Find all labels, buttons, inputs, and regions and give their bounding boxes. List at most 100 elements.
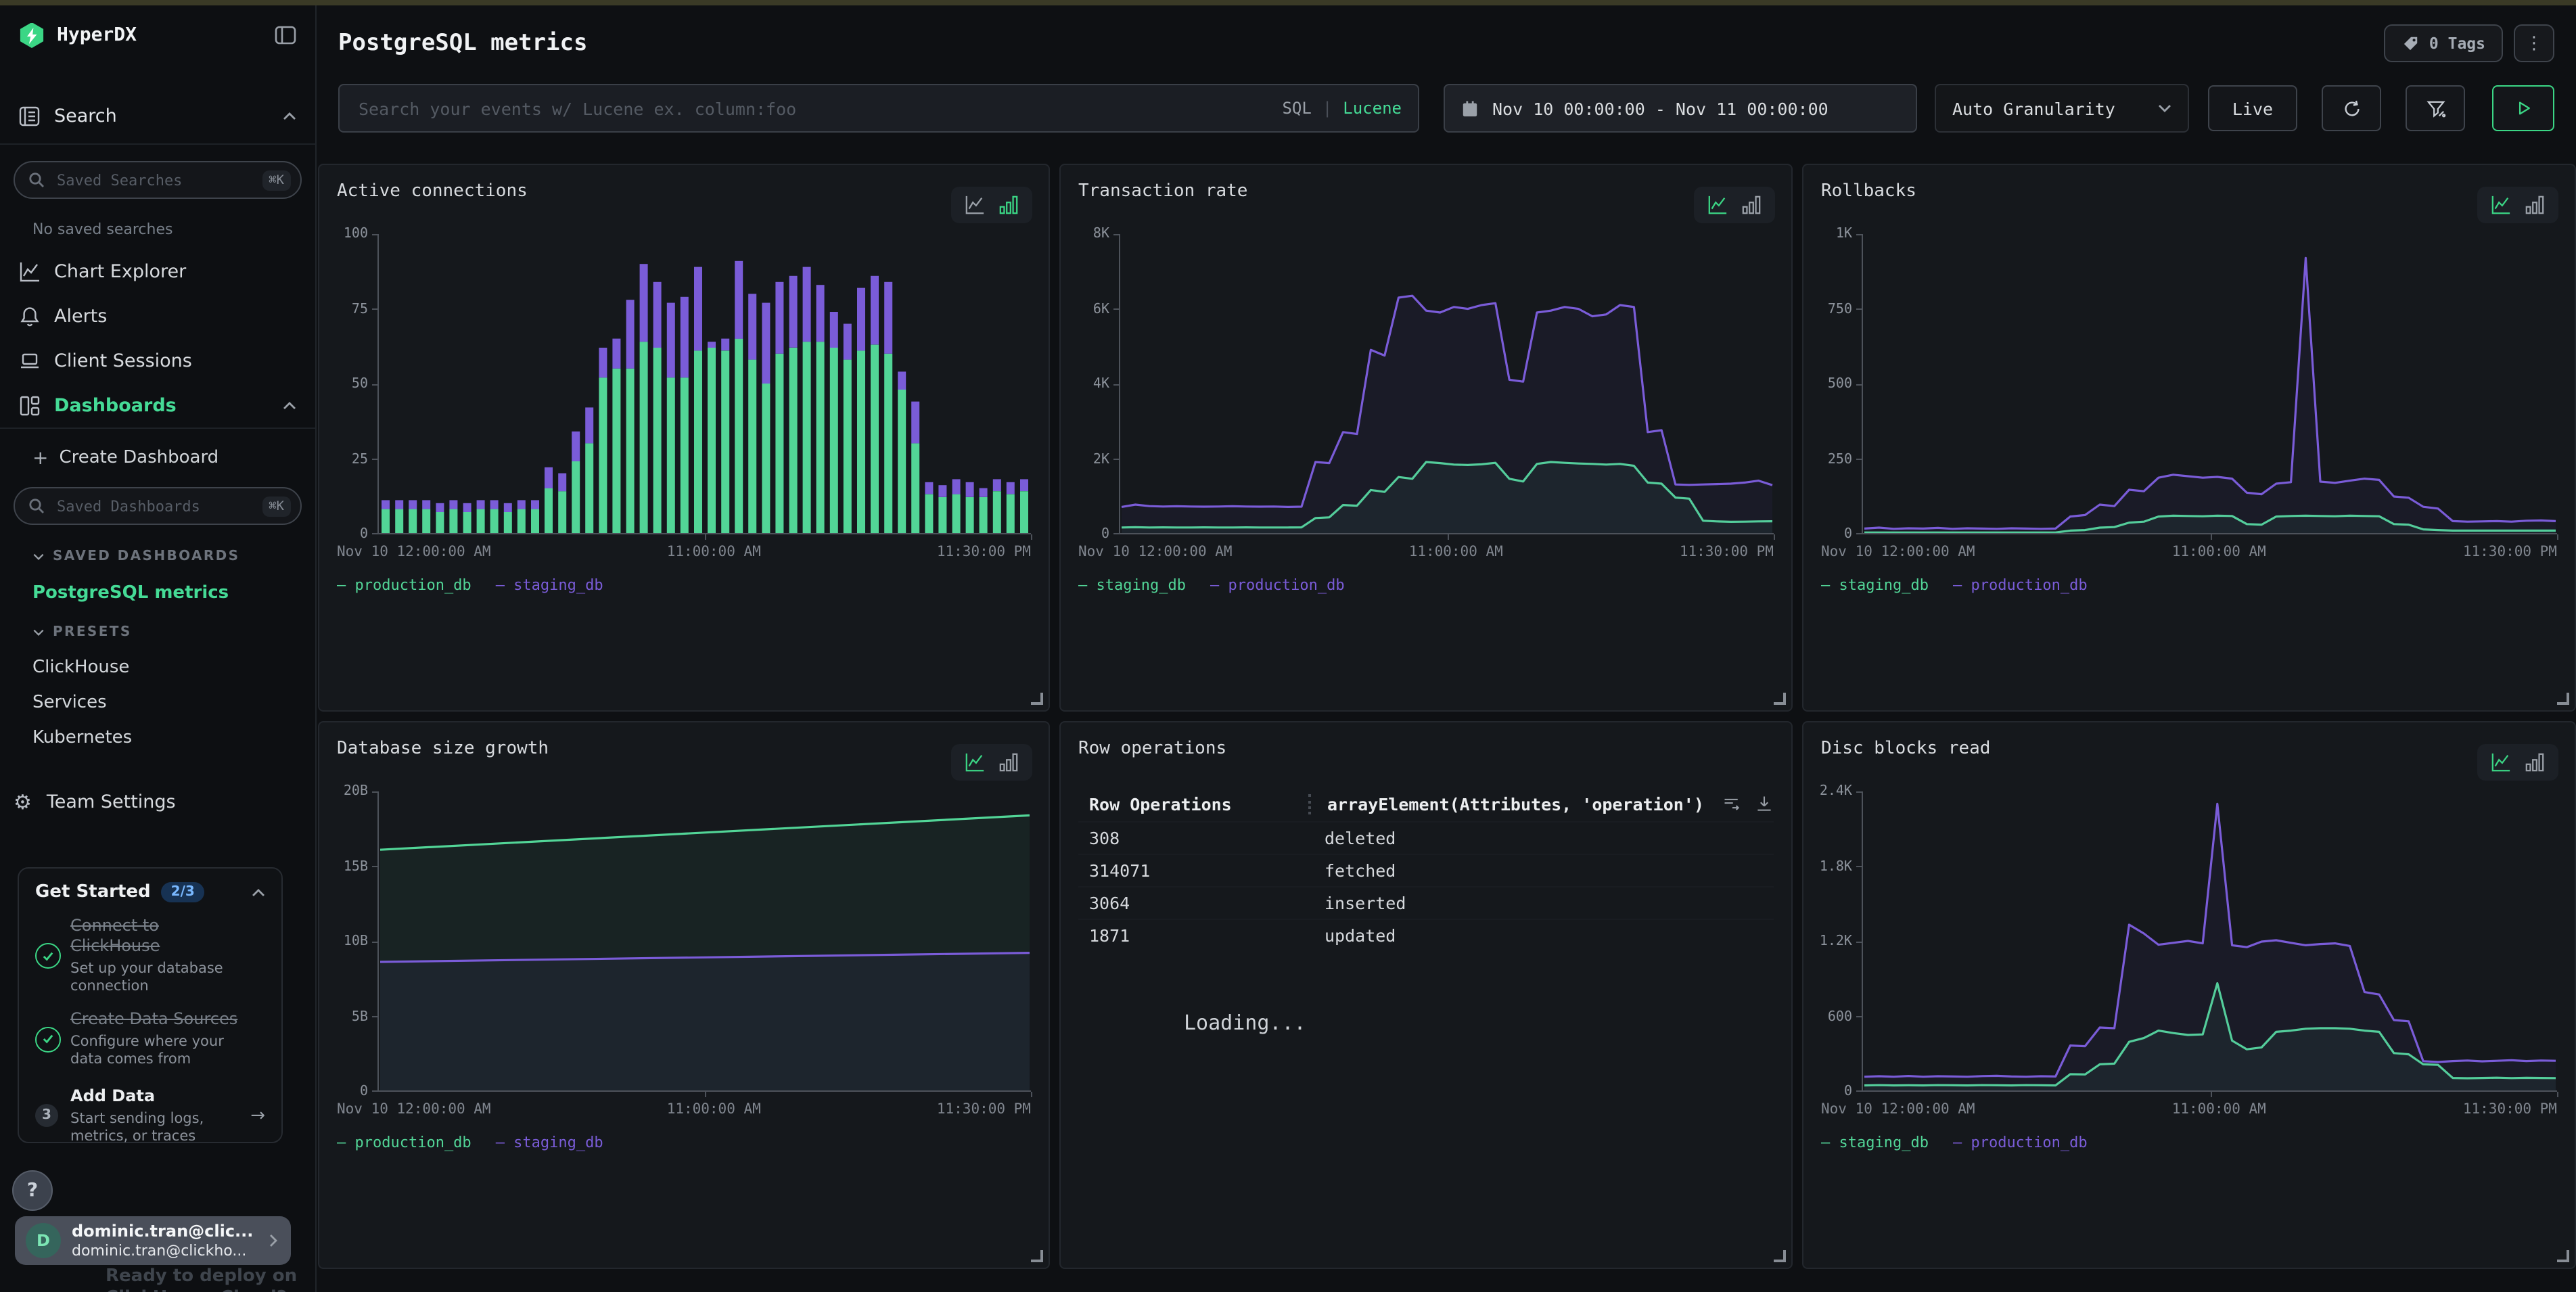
time-range-picker[interactable]: Nov 10 00:00:00 - Nov 11 00:00:00 xyxy=(1444,84,1917,133)
sidebar-item-alerts[interactable]: Alerts xyxy=(19,306,296,327)
resize-handle[interactable] xyxy=(1031,1250,1043,1262)
presets-group[interactable]: PRESETS xyxy=(32,625,315,640)
resize-handle[interactable] xyxy=(1774,1250,1786,1262)
x-axis-label: 11:00:00 AM xyxy=(667,544,761,560)
chart-type-toggle xyxy=(951,187,1032,223)
line-chart-icon[interactable] xyxy=(2491,195,2511,215)
axis-tick xyxy=(1113,459,1119,460)
table-column-header[interactable]: arrayElement(Attributes, 'operation') xyxy=(1308,793,1711,814)
help-button[interactable]: ? xyxy=(12,1170,53,1211)
saved-dashboards-field[interactable] xyxy=(54,496,262,516)
granularity-select[interactable]: Auto Granularity xyxy=(1935,84,2189,133)
resize-handle[interactable] xyxy=(1774,693,1786,705)
panel-disc-blocks-read: Disc blocks read 06001.2K1.8K2.4K Nov 10… xyxy=(1802,721,2576,1269)
x-axis-label: 11:00:00 AM xyxy=(1409,544,1503,560)
chevron-up-icon[interactable] xyxy=(283,402,296,410)
axis-tick xyxy=(1113,309,1119,310)
legend-item[interactable]: — production_db xyxy=(1210,576,1345,594)
chart-plot[interactable] xyxy=(1862,791,2557,1092)
sidebar-item-postgresql-metrics[interactable]: PostgreSQL metrics xyxy=(32,583,315,603)
create-dashboard-button[interactable]: + Create Dashboard xyxy=(32,448,315,468)
x-axis-label: Nov 10 12:00:00 AM xyxy=(1821,544,1975,560)
chevron-up-icon[interactable] xyxy=(283,112,296,120)
y-axis-label: 1.8K xyxy=(1820,859,1852,874)
table-cell: inserted xyxy=(1308,893,1774,913)
saved-searches-input[interactable]: ⌘K xyxy=(14,161,302,199)
user-menu[interactable]: D dominic.tran@clic... dominic.tran@clic… xyxy=(15,1216,291,1265)
chevron-up-icon[interactable] xyxy=(252,888,265,896)
legend-item[interactable]: — production_db xyxy=(1953,1134,2088,1151)
resize-handle[interactable] xyxy=(1031,693,1043,705)
chart-plot[interactable] xyxy=(377,791,1031,1092)
line-chart-icon[interactable] xyxy=(1707,195,1728,215)
get-started-step-add-data[interactable]: 3 Add Data Start sending logs, metrics, … xyxy=(35,1086,265,1146)
tags-button[interactable]: 0 Tags xyxy=(2385,24,2503,62)
legend-item[interactable]: — staging_db xyxy=(496,1134,603,1151)
get-started-step-connect[interactable]: Connect to ClickHouse Set up your databa… xyxy=(35,916,265,996)
sql-mode-toggle[interactable]: SQL xyxy=(1282,99,1311,118)
saved-dashboards-input[interactable]: ⌘K xyxy=(14,487,302,525)
get-started-step-sources[interactable]: Create Data Sources Configure where your… xyxy=(35,1010,265,1070)
sidebar-item-dashboards[interactable]: Dashboards xyxy=(19,395,296,417)
chart-plot[interactable] xyxy=(1862,234,2557,534)
table-row[interactable]: 314071fetched xyxy=(1078,854,1774,886)
legend-item[interactable]: — staging_db xyxy=(1078,576,1186,594)
table-settings-icon[interactable] xyxy=(1722,794,1741,813)
run-query-button[interactable] xyxy=(2492,85,2554,131)
panel-menu-button[interactable]: ⋮ xyxy=(2514,24,2554,62)
legend-item[interactable]: — production_db xyxy=(337,576,472,594)
sidebar-item-team-settings[interactable]: ⚙ Team Settings xyxy=(14,791,296,813)
sidebar-item-kubernetes[interactable]: Kubernetes xyxy=(32,728,315,748)
sidebar-item-client-sessions[interactable]: Client Sessions xyxy=(19,350,296,372)
legend-item[interactable]: — staging_db xyxy=(1821,576,1929,594)
get-started-card: Get Started 2/3 Connect to ClickHouse Se… xyxy=(18,867,283,1143)
sidebar-collapse-icon[interactable] xyxy=(275,26,296,45)
y-axis-label: 5B xyxy=(352,1009,368,1024)
panel-title: Disc blocks read xyxy=(1821,739,2557,759)
event-search-box[interactable]: SQL | Lucene xyxy=(338,84,1419,133)
bar-chart-icon[interactable] xyxy=(1741,195,1762,215)
sidebar-item-chart-explorer[interactable]: Chart Explorer xyxy=(19,261,296,283)
bar-chart-icon[interactable] xyxy=(2525,752,2545,772)
y-axis-label: 25 xyxy=(352,452,368,467)
line-chart-icon[interactable] xyxy=(2491,752,2511,772)
legend-item[interactable]: — staging_db xyxy=(1821,1134,1929,1151)
app-name: HyperDX xyxy=(57,24,137,46)
event-search-input[interactable] xyxy=(356,97,1282,120)
lucene-mode-toggle[interactable]: Lucene xyxy=(1343,99,1402,118)
chart-type-toggle xyxy=(2477,744,2558,781)
table-row[interactable]: 308deleted xyxy=(1078,821,1774,854)
user-name: dominic.tran@clic... xyxy=(72,1222,253,1241)
x-axis: Nov 10 12:00:00 AM11:00:00 AM11:30:00 PM xyxy=(1821,544,2557,560)
saved-dashboards-group[interactable]: SAVED DASHBOARDS xyxy=(32,549,315,564)
resize-handle[interactable] xyxy=(2557,1250,2569,1262)
legend-item[interactable]: — staging_db xyxy=(496,576,603,594)
legend-item[interactable]: — production_db xyxy=(1953,576,2088,594)
line-chart-icon[interactable] xyxy=(965,752,985,772)
download-icon[interactable] xyxy=(1755,794,1774,813)
table-row[interactable]: 3064inserted xyxy=(1078,886,1774,919)
chart-plot[interactable] xyxy=(377,234,1031,534)
sidebar-item-search[interactable]: Search xyxy=(19,106,296,127)
resize-handle[interactable] xyxy=(2557,693,2569,705)
chart-plot[interactable] xyxy=(1119,234,1774,534)
bar-chart-icon[interactable] xyxy=(998,752,1019,772)
legend-item[interactable]: — production_db xyxy=(337,1134,472,1151)
kebab-icon: ⋮ xyxy=(2525,33,2543,53)
table-row[interactable]: 1871updated xyxy=(1078,919,1774,951)
table-cell: 308 xyxy=(1078,828,1308,848)
line-chart-icon[interactable] xyxy=(965,195,985,215)
saved-searches-field[interactable] xyxy=(54,170,262,190)
table-column-header[interactable]: Row Operations xyxy=(1078,793,1308,814)
arrow-right-icon: → xyxy=(250,1105,265,1126)
filter-button[interactable] xyxy=(2406,85,2465,131)
live-button[interactable]: Live xyxy=(2208,85,2297,131)
bar-chart-icon[interactable] xyxy=(998,195,1019,215)
chart-type-toggle xyxy=(951,744,1032,781)
sidebar-item-services[interactable]: Services xyxy=(32,693,315,713)
avatar: D xyxy=(26,1223,61,1258)
x-axis: Nov 10 12:00:00 AM11:00:00 AM11:30:00 PM xyxy=(1078,544,1774,560)
refresh-button[interactable] xyxy=(2322,85,2381,131)
bar-chart-icon[interactable] xyxy=(2525,195,2545,215)
sidebar-item-clickhouse[interactable]: ClickHouse xyxy=(32,657,315,678)
